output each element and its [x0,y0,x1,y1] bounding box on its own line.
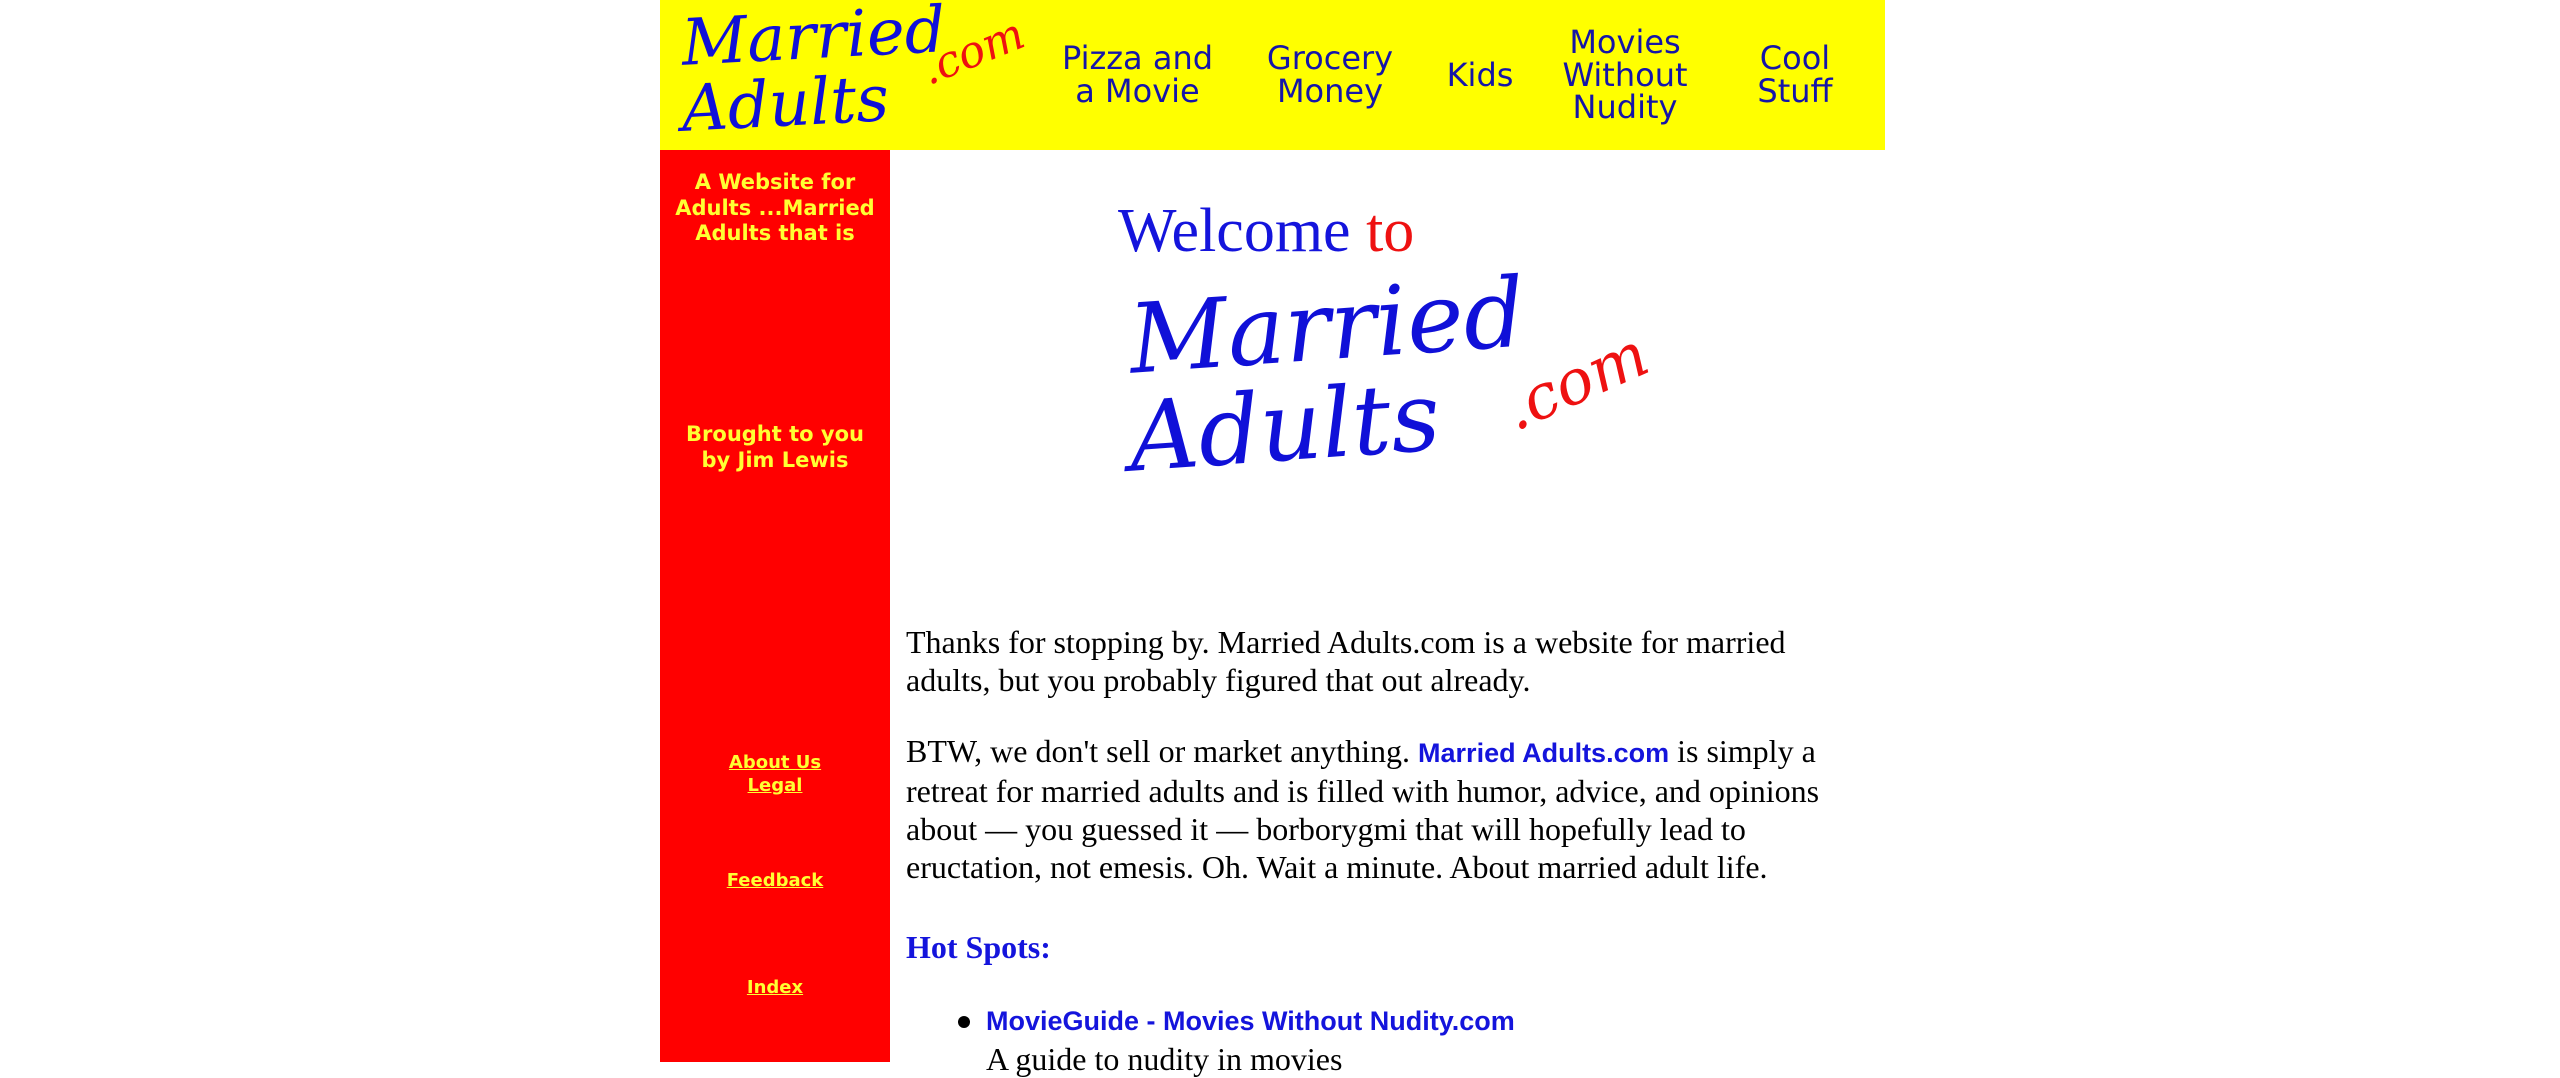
main-logo: Married Adults .com [1125,256,1686,494]
sidebar-link-index[interactable]: Index [660,977,890,1000]
header-bar: Married Adults .com Pizza and a Movie Gr… [660,0,1885,150]
logo-line-married: Married [679,0,948,81]
brand-name-inline: Married Adults.com [1418,738,1670,768]
nav-pizza-and-a-movie[interactable]: Pizza and a Movie [1055,0,1220,150]
page: Married Adults .com Pizza and a Movie Gr… [660,0,1885,1077]
site-logo[interactable]: Married Adults .com [679,0,1032,147]
welcome-word: Welcome [1118,197,1351,265]
welcome-to-word: to [1366,197,1415,265]
about-paragraph: BTW, we don't sell or market anything. M… [906,732,1866,886]
nav-cool-stuff[interactable]: Cool Stuff [1720,0,1870,150]
hot-spots-heading: Hot Spots: [906,929,1051,965]
hot-spot-description: A guide to nudity in movies [986,1041,1343,1077]
hot-spot-link-movieguide[interactable]: MovieGuide - Movies Without Nudity.com [986,1002,1515,1040]
list-item: MovieGuide - Movies Without Nudity.com A… [906,1002,1515,1078]
bullet-icon [958,1016,970,1028]
main-logo-adults: Adults [1125,360,1444,494]
nav-kids[interactable]: Kids [1430,0,1530,150]
nav-grocery-money[interactable]: Grocery Money [1255,0,1405,150]
nav-movies-without-nudity[interactable]: Movies Without Nudity [1550,0,1700,150]
logo-line-adults: Adults [679,62,891,147]
sidebar-tagline: A Website for Adults ...Married Adults t… [675,170,875,246]
welcome-heading: Welcome to [1118,200,1414,262]
sidebar-link-feedback[interactable]: Feedback [660,870,890,893]
sidebar-link-about-us[interactable]: About Us [660,752,890,775]
sidebar-byline: Brought to you by Jim Lewis [686,422,864,472]
main-content: Welcome to Married Adults .com Thanks fo… [906,150,1866,1077]
hot-spots-list: MovieGuide - Movies Without Nudity.com A… [906,1002,1515,1078]
intro-paragraph: Thanks for stopping by. Married Adults.c… [906,624,1786,698]
sidebar: A Website for Adults ...Married Adults t… [660,150,890,1062]
about-paragraph-start: BTW, we don't sell or market anything. [906,733,1419,769]
sidebar-link-legal[interactable]: Legal [660,775,890,798]
